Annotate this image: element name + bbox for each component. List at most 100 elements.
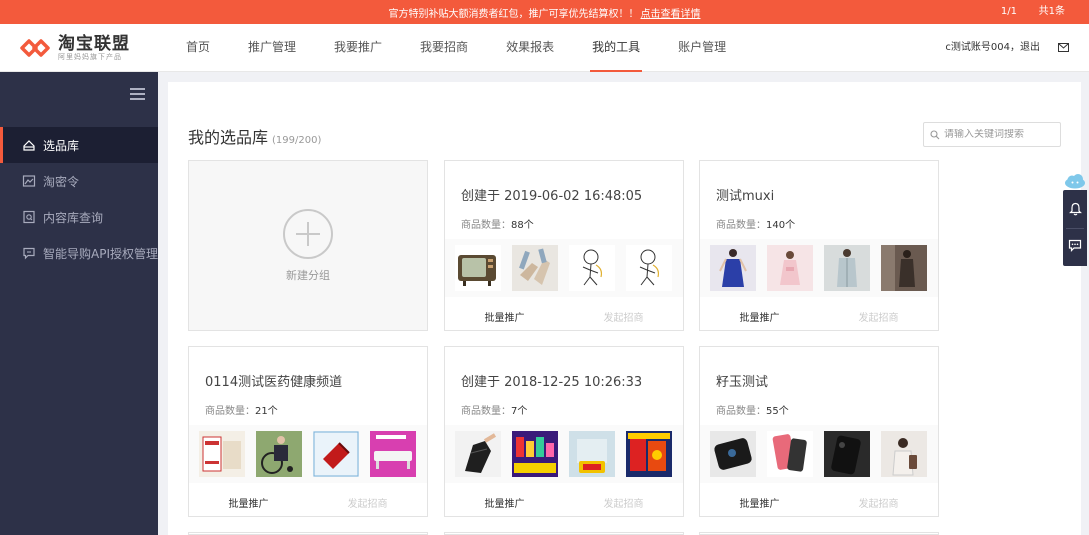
batch-promote-button[interactable]: 批量推广 <box>189 495 308 510</box>
group-quantity: 商品数量：55个 <box>716 406 789 417</box>
group-quantity: 商品数量：21个 <box>205 406 278 417</box>
sidebar-item-label: 淘密令 <box>43 174 80 189</box>
announcement-banner: 官方特别补贴大额消费者红包，推广可享优先结算权！！ 点击查看详情 1/1 共1条 <box>0 0 1089 24</box>
group-actions: 批量推广 发起招商 <box>189 495 427 510</box>
sidebar-item-taomiling[interactable]: 淘密令 <box>0 163 158 199</box>
nav-home[interactable]: 首页 <box>186 24 210 72</box>
nav-merchant-recruitment[interactable]: 我要招商 <box>420 24 468 72</box>
product-dress-image[interactable] <box>710 245 756 291</box>
product-wrist-brace-image[interactable] <box>455 431 501 477</box>
product-black-case-image[interactable] <box>824 431 870 477</box>
product-massage-bed-image[interactable] <box>370 431 416 477</box>
group-title: 创建于 2019-06-02 16:48:05 <box>461 189 643 204</box>
nav-reports[interactable]: 效果报表 <box>506 24 554 72</box>
group-card[interactable]: 测试muxi 商品数量：140个 批量推广 发起招商 <box>699 160 939 331</box>
product-cartoon-image[interactable] <box>626 245 672 291</box>
nav-account-management[interactable]: 账户管理 <box>678 24 726 72</box>
product-promo-poster-image[interactable] <box>512 431 558 477</box>
banner-message: 官方特别补贴大额消费者红包，推广可享优先结算权！！ <box>388 8 639 20</box>
product-thumbnails <box>700 239 938 297</box>
group-actions: 批量推广 发起招商 <box>445 495 683 510</box>
sidebar-item-content-query[interactable]: 内容库查询 <box>0 199 158 235</box>
product-medicine-box-image[interactable] <box>199 431 245 477</box>
batch-promote-button[interactable]: 批量推广 <box>445 495 564 510</box>
search-icon <box>930 129 940 139</box>
page-title-text: 我的选品库 <box>188 128 269 147</box>
chat-bubble-icon <box>23 247 35 260</box>
product-thumbnails <box>445 425 683 483</box>
new-group-label: 新建分组 <box>286 268 330 282</box>
page-title: 我的选品库 (199/200) <box>188 124 321 148</box>
main-nav: 首页 推广管理 我要推广 我要招商 效果报表 我的工具 账户管理 <box>186 24 764 72</box>
mail-icon[interactable] <box>1058 43 1069 52</box>
product-thumbnails <box>700 425 938 483</box>
menu-toggle-icon[interactable] <box>130 88 146 101</box>
bell-icon[interactable] <box>1069 202 1082 216</box>
product-package-image[interactable] <box>569 431 615 477</box>
group-title: 测试muxi <box>716 189 775 204</box>
product-snack-box-image[interactable] <box>626 431 672 477</box>
sidebar-item-api-authorization[interactable]: 智能导购API授权管理 <box>0 235 158 271</box>
nav-promote[interactable]: 我要推广 <box>334 24 382 72</box>
group-card[interactable]: 0114测试医药健康频道 商品数量：21个 批量推广 发起招商 <box>188 346 428 517</box>
start-recruitment-button[interactable]: 发起招商 <box>819 309 938 324</box>
batch-promote-button[interactable]: 批量推广 <box>445 309 564 324</box>
start-recruitment-button[interactable]: 发起招商 <box>819 495 938 510</box>
group-title: 0114测试医药健康频道 <box>205 375 343 390</box>
product-pink-phone-image[interactable] <box>767 431 813 477</box>
plus-circle-icon <box>283 208 333 259</box>
start-recruitment-button[interactable]: 发起招商 <box>308 495 427 510</box>
document-search-icon <box>23 210 35 224</box>
sidebar-item-label: 选品库 <box>43 138 80 153</box>
product-coat-image[interactable] <box>824 245 870 291</box>
logo-title: 淘宝联盟 <box>58 33 130 54</box>
product-tv-image[interactable] <box>455 245 501 291</box>
sidebar: 选品库 淘密令 内容库查询 智能导购API授权管理 <box>0 72 158 535</box>
chat-icon[interactable] <box>1068 239 1082 252</box>
cloud-box-icon <box>23 140 35 151</box>
group-quantity: 商品数量：140个 <box>716 220 796 231</box>
batch-promote-button[interactable]: 批量推广 <box>700 309 819 324</box>
sidebar-item-selection-library[interactable]: 选品库 <box>0 127 158 163</box>
nav-my-tools[interactable]: 我的工具 <box>590 24 643 72</box>
product-shoes-image[interactable] <box>512 245 558 291</box>
image-icon <box>22 175 36 187</box>
product-red-device-image[interactable] <box>313 431 359 477</box>
group-actions: 批量推广 发起招商 <box>700 309 938 324</box>
group-quantity: 商品数量：88个 <box>461 220 534 231</box>
sidebar-item-label: 智能导购API授权管理 <box>43 246 158 261</box>
nav-promotion-management[interactable]: 推广管理 <box>248 24 296 72</box>
alimama-logo-icon <box>20 39 50 57</box>
product-outfit-image[interactable] <box>881 245 927 291</box>
group-card[interactable]: 创建于 2019-06-02 16:48:05 商品数量：88个 批量推广 发起… <box>444 160 684 331</box>
start-recruitment-button[interactable]: 发起招商 <box>564 309 683 324</box>
search-input[interactable] <box>944 129 1054 140</box>
group-actions: 批量推广 发起招商 <box>445 309 683 324</box>
product-phone-case-image[interactable] <box>710 431 756 477</box>
batch-promote-button[interactable]: 批量推广 <box>700 495 819 510</box>
group-card[interactable]: 创建于 2018-12-25 10:26:33 商品数量：7个 批量推广 发起招… <box>444 346 684 517</box>
product-lifestyle-image[interactable] <box>881 431 927 477</box>
banner-detail-link[interactable]: 点击查看详情 <box>641 5 701 20</box>
logo-subtitle: 阿里妈妈旗下产品 <box>58 52 122 61</box>
product-thumbnails <box>445 239 683 297</box>
group-actions: 批量推广 发起招商 <box>700 495 938 510</box>
group-card[interactable]: 籽玉测试 商品数量：55个 批量推广 发起招商 <box>699 346 939 517</box>
new-group-card[interactable]: 新建分组 <box>188 160 428 331</box>
toolbar-divider <box>1066 228 1084 229</box>
product-cartoon-image[interactable] <box>569 245 615 291</box>
search-box[interactable] <box>923 122 1061 147</box>
cloud-assistant-icon[interactable] <box>1064 173 1086 189</box>
floating-toolbar <box>1063 190 1087 266</box>
group-quantity: 商品数量：7个 <box>461 406 528 417</box>
library-count: (199/200) <box>272 135 322 146</box>
group-title: 创建于 2018-12-25 10:26:33 <box>461 375 643 390</box>
product-thumbnails <box>189 425 427 483</box>
banner-pager: 1/1 <box>1000 6 1017 17</box>
logo[interactable]: 淘宝联盟 阿里妈妈旗下产品 <box>20 32 130 64</box>
group-title: 籽玉测试 <box>716 375 769 390</box>
account-logout[interactable]: c测试账号004，退出 <box>945 24 1040 72</box>
start-recruitment-button[interactable]: 发起招商 <box>564 495 683 510</box>
product-pink-dress-image[interactable] <box>767 245 813 291</box>
product-wheelchair-image[interactable] <box>256 431 302 477</box>
